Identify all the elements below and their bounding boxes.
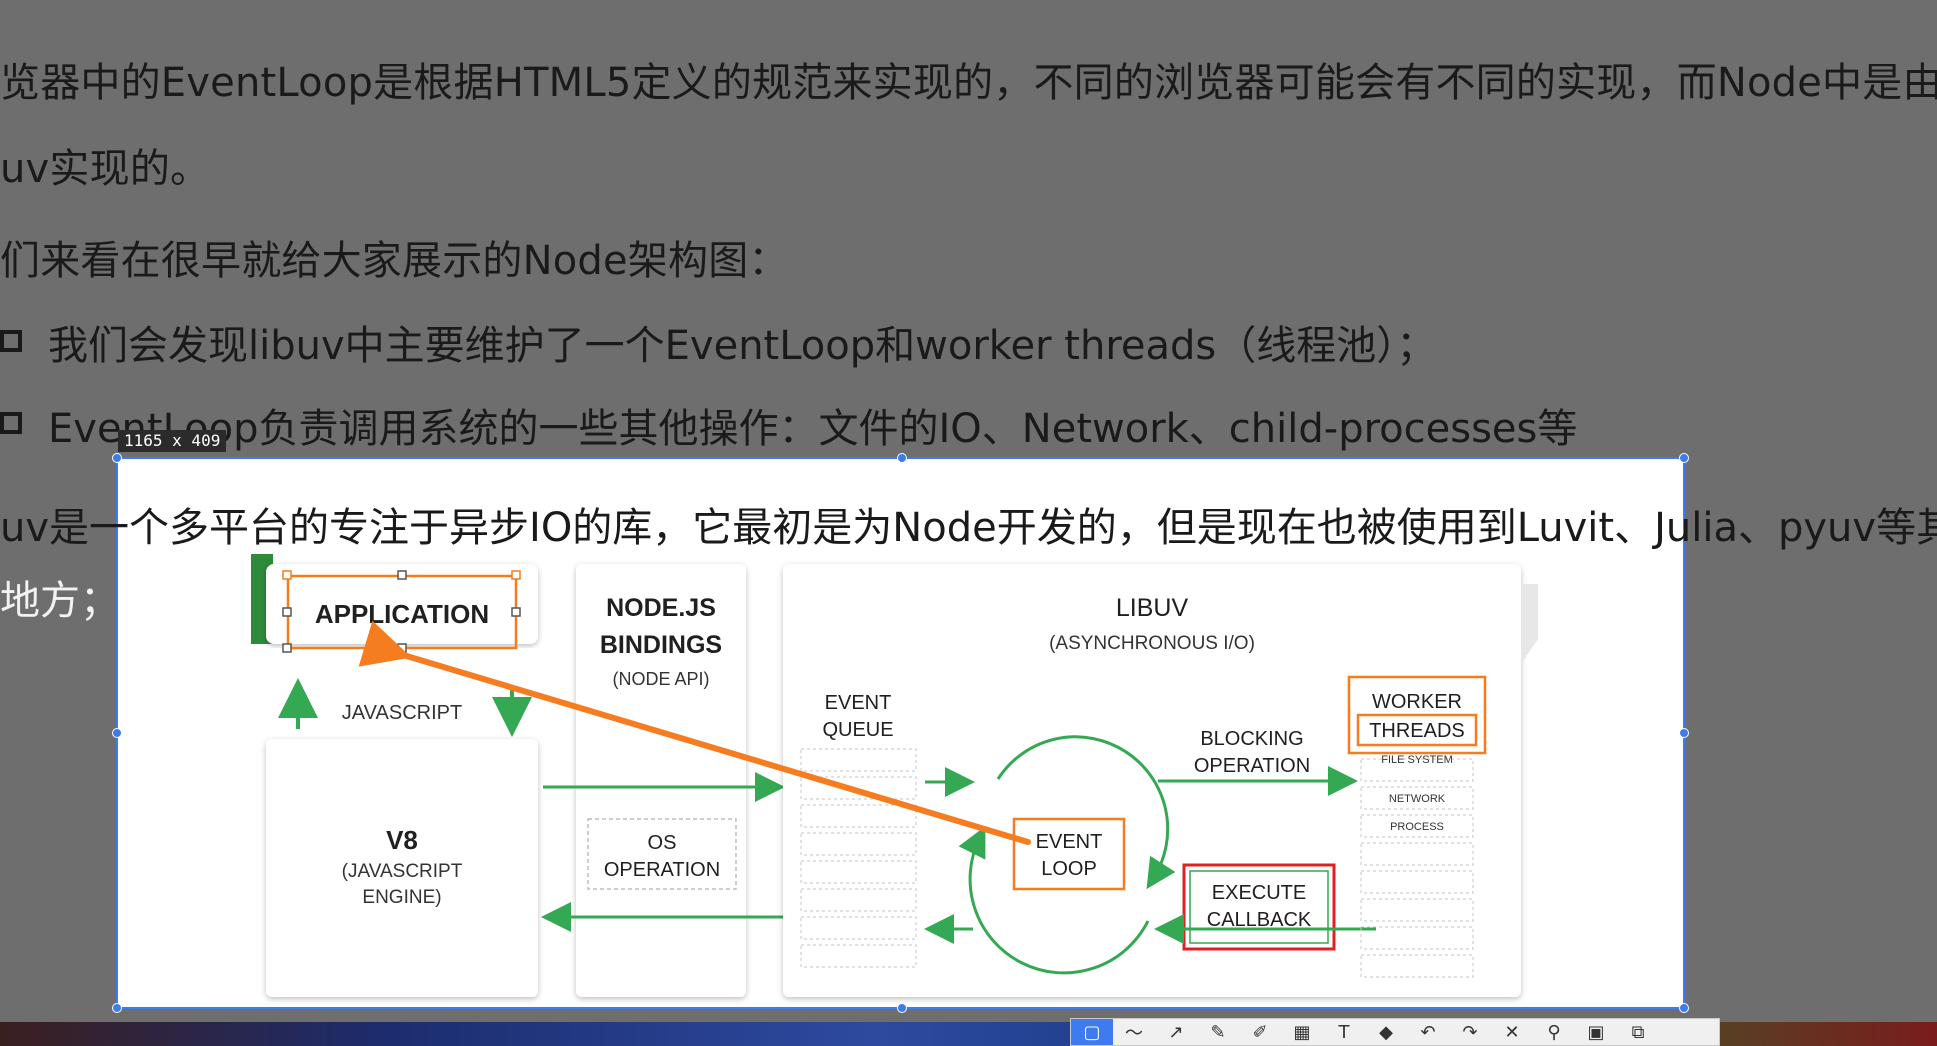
text-tool-icon[interactable]: T [1323,1019,1365,1045]
doc-line-2: uv实现的。 [0,146,211,192]
pencil-tool-icon[interactable]: ✎ [1197,1019,1239,1045]
save-tool-icon[interactable]: ▣ [1575,1019,1617,1045]
capture-size-label: 1165 x 409 [118,430,227,452]
event-loop-label-1: EVENT [1036,831,1103,853]
worker-label-2: THREADS [1369,720,1465,742]
checkbox-icon [0,330,22,352]
pin-tool-icon[interactable]: ⚲ [1533,1019,1575,1045]
resize-handle[interactable] [282,607,292,617]
capture-handle-top-left[interactable] [112,453,122,463]
bindings-subtitle: (NODE API) [612,669,709,689]
bindings-label-1: NODE.JS [606,594,716,622]
bullet-text-1: 我们会发现libuv中主要维护了一个EventLoop和worker threa… [48,323,1437,369]
wt-process: PROCESS [1390,821,1444,833]
wt-network: NETWORK [1389,793,1446,805]
resize-handle[interactable] [397,570,407,580]
capture-handle-bottom[interactable] [897,1003,907,1013]
callback-label-1: EXECUTE [1212,882,1306,904]
annotation-toolbar[interactable]: ▢ 〜 ↗ ✎ ✐ ▦ T ◆ ↶ ↷ ✕ ⚲ ▣ ⧉ [1070,1018,1720,1046]
checkbox-icon [0,412,22,434]
event-queue-label-2: QUEUE [822,719,893,741]
bullet-text-2: EventLoop负责调用系统的一些其他操作：文件的IO、Network、chi… [48,406,1578,452]
bindings-label-2: BINDINGS [600,631,722,659]
blocking-label-2: OPERATION [1194,755,1310,777]
os-label-2: OPERATION [604,859,720,881]
resize-handle[interactable] [511,607,521,617]
wt-file-system: FILE SYSTEM [1381,754,1453,766]
doc-line-1: 览器中的EventLoop是根据HTML5定义的规范来实现的，不同的浏览器可能会… [0,60,1937,106]
doc-line-4: uv是一个多平台的专注于异步IO的库，它最初是为Node开发的，但是现在也被使用… [0,505,1937,551]
libuv-accent [1521,584,1538,664]
capture-handle-left[interactable] [112,728,122,738]
capture-handle-top[interactable] [897,453,907,463]
execute-callback-box [1182,863,1336,951]
worker-label-1: WORKER [1372,691,1462,713]
event-loop-label-2: LOOP [1041,858,1097,880]
eraser-tool-icon[interactable]: ◆ [1365,1019,1407,1045]
select-tool-icon[interactable]: ▢ [1071,1019,1113,1045]
capture-handle-bottom-right[interactable] [1679,1003,1689,1013]
resize-handle[interactable] [397,643,407,653]
blocking-label-1: BLOCKING [1200,728,1303,750]
capture-handle-bottom-left[interactable] [112,1003,122,1013]
v8-title: V8 [386,825,418,855]
event-queue-label-1: EVENT [825,692,892,714]
doc-line-5: 地方； [0,578,112,624]
resize-handle[interactable] [282,643,292,653]
arrow-tool-icon[interactable]: ↗ [1155,1019,1197,1045]
libuv-title: LIBUV [1116,594,1189,622]
marker-tool-icon[interactable]: ✐ [1239,1019,1281,1045]
close-tool-icon[interactable]: ✕ [1491,1019,1533,1045]
capture-handle-top-right[interactable] [1679,453,1689,463]
mosaic-tool-icon[interactable]: ▦ [1281,1019,1323,1045]
application-label: APPLICATION [315,599,489,629]
os-label-1: OS [648,832,677,854]
capture-handle-right[interactable] [1679,728,1689,738]
v8-subtitle-2: ENGINE) [362,887,441,908]
v8-subtitle-1: (JAVASCRIPT [342,861,463,882]
resize-handle[interactable] [511,570,521,580]
redo-tool-icon[interactable]: ↷ [1449,1019,1491,1045]
bindings-box [576,564,746,997]
libuv-subtitle: (ASYNCHRONOUS I/O) [1049,633,1255,654]
doc-line-3: 们来看在很早就给大家展示的Node架构图： [0,238,789,284]
resize-handle[interactable] [282,570,292,580]
javascript-label: JAVASCRIPT [342,702,462,724]
undo-tool-icon[interactable]: ↶ [1407,1019,1449,1045]
libuv-box [783,564,1521,997]
pen-tool-icon[interactable]: 〜 [1113,1019,1155,1045]
copy-tool-icon[interactable]: ⧉ [1617,1019,1659,1045]
